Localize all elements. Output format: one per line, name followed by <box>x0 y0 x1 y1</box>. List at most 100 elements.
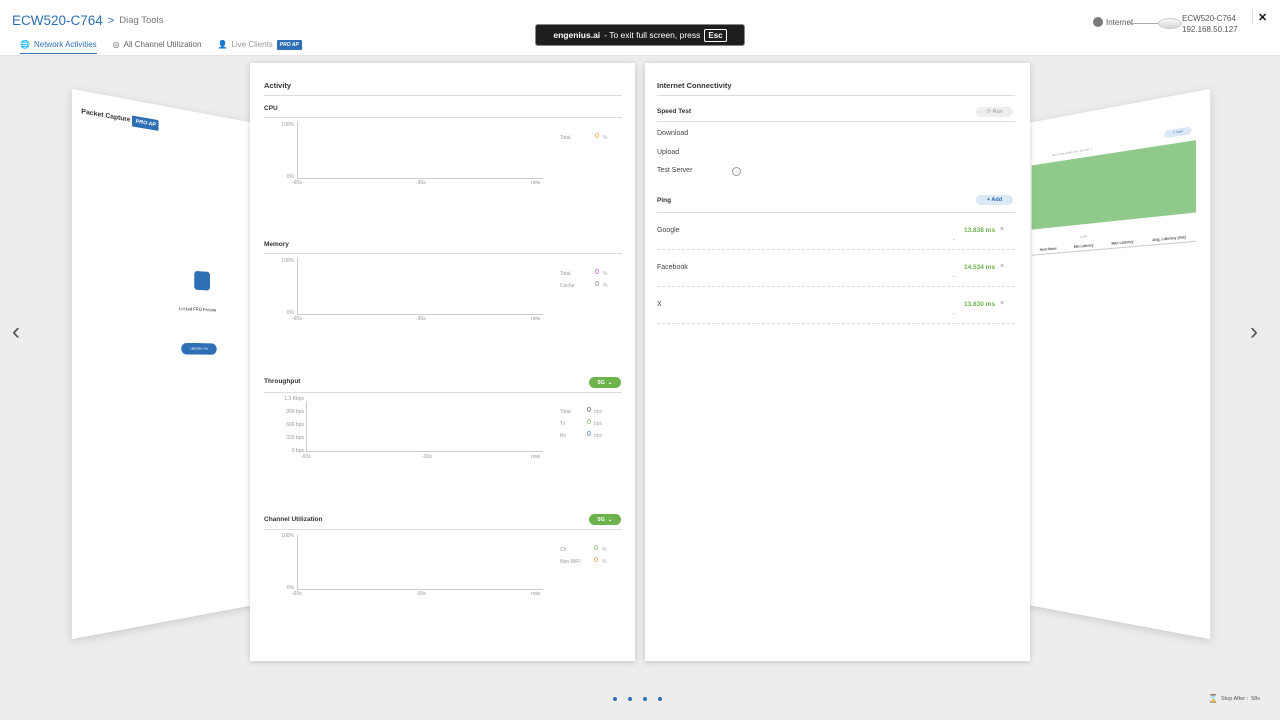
device-link[interactable]: ECW520-C764 <box>12 13 103 28</box>
cpu-chart <box>297 122 543 179</box>
divider <box>657 212 1015 213</box>
access-point-icon <box>1158 18 1182 29</box>
download-label: Download <box>657 130 688 137</box>
x-tick: now <box>531 591 540 597</box>
divider <box>657 249 1015 250</box>
upgrade-button[interactable]: Upgrade now <box>181 343 216 355</box>
y-tick: 100% <box>268 533 294 539</box>
ping-host-value: 14.534 ms <box>964 264 995 271</box>
internet-status: Internet <box>1093 17 1133 27</box>
stop-timer: ⌛ Stop After : 58s <box>1208 694 1260 703</box>
x-tick: now <box>531 180 540 186</box>
add-ping-button[interactable]: + Add <box>976 195 1013 205</box>
column-min: Min Latency <box>1074 243 1094 249</box>
chevron-left-icon[interactable]: ‹ <box>12 318 20 346</box>
esc-key: Esc <box>704 29 726 42</box>
ping-host-sub: - <box>953 274 955 280</box>
y-tick: 100% <box>268 122 294 128</box>
legend-unit: % <box>603 283 607 289</box>
divider <box>264 95 622 96</box>
divider <box>264 529 622 530</box>
globe-icon: 🌐 <box>20 40 30 49</box>
y-tick: 999 bps <box>264 409 304 415</box>
divider <box>657 121 1015 122</box>
cpu-label: CPU <box>264 105 278 112</box>
legend-unit: % <box>602 547 606 553</box>
device-info: ECW520-C764 192.168.50.127 <box>1182 13 1238 35</box>
x-tick: now <box>531 316 540 322</box>
legend-value: 0 <box>595 269 599 276</box>
page-dot[interactable] <box>628 697 632 701</box>
stop-label: Stop After : <box>1221 696 1248 702</box>
divider <box>1252 10 1253 24</box>
close-icon[interactable]: ✕ <box>1258 11 1267 24</box>
legend-key: Non WiFi <box>560 559 581 565</box>
tab-bar: 🌐 Network Activities ◎ All Channel Utili… <box>20 38 302 54</box>
device-name: ECW520-C764 <box>1182 13 1238 24</box>
remove-host-icon[interactable]: × <box>1000 300 1004 307</box>
page-dot[interactable] <box>643 697 647 701</box>
legend-value: 0 <box>595 281 599 288</box>
connection-line <box>1130 23 1160 24</box>
icmp-panel[interactable]: Item view graph out | See list ↗ ↗ New I… <box>1028 89 1210 639</box>
legend-value: 0 <box>587 407 591 414</box>
ping-host-value: 13.838 ms <box>964 227 995 234</box>
more-icon[interactable]: … <box>732 167 741 176</box>
tab-network-activities[interactable]: 🌐 Network Activities <box>20 38 97 54</box>
fullscreen-banner: engenius.ai - To exit full screen, press… <box>535 24 745 46</box>
legend-key: Total <box>560 135 571 141</box>
y-tick: 0% <box>268 174 294 180</box>
divider <box>657 286 1015 287</box>
remove-host-icon[interactable]: × <box>1000 226 1004 233</box>
legend-unit: % <box>603 135 607 141</box>
ping-host-sub: - <box>953 311 955 317</box>
y-tick: 1.3 Kbps <box>264 396 304 402</box>
legend-value: 0 <box>594 545 598 552</box>
legend-key: Ch <box>560 547 566 553</box>
ping-host-value: 13.830 ms <box>964 301 995 308</box>
tab-label: Live Clients <box>231 40 272 49</box>
x-tick: now <box>531 454 540 460</box>
page-dot[interactable] <box>658 697 662 701</box>
y-tick: 0% <box>268 585 294 591</box>
column-avg: Avg. Latency (ms) <box>1152 235 1186 242</box>
test-server-label: Test Server <box>657 167 692 174</box>
stop-value: 58s <box>1251 696 1260 702</box>
lock-icon <box>194 271 210 291</box>
x-tick: -60s <box>301 454 311 460</box>
band-select[interactable]: 5G ⌄ <box>589 377 621 388</box>
pro-badge: PRO AP <box>132 116 159 131</box>
legend-unit: bps <box>594 409 602 415</box>
banner-domain: engenius.ai <box>553 30 600 40</box>
throughput-chart <box>306 401 543 452</box>
remove-host-icon[interactable]: × <box>1000 263 1004 270</box>
ping-host-name: X <box>657 301 662 308</box>
tab-all-channel-utilization[interactable]: ◎ All Channel Utilization <box>113 38 202 54</box>
upgrade-label: Upgrade now <box>181 343 216 355</box>
ping-host-name: Facebook <box>657 264 688 271</box>
locked-label: Locked PRO Feature <box>179 306 216 313</box>
legend-value: 0 <box>587 431 591 438</box>
chevron-right-icon[interactable]: › <box>1250 318 1258 346</box>
divider <box>264 392 622 393</box>
x-tick: -60s <box>292 591 302 597</box>
column-max: Max Latency <box>1111 240 1133 246</box>
channel-chart <box>297 534 543 590</box>
memory-chart <box>297 258 543 315</box>
page-dot[interactable] <box>613 697 617 701</box>
run-button[interactable]: ⟳ Run <box>976 107 1013 117</box>
internet-label: Internet <box>1106 18 1133 27</box>
legend-key: Tx <box>560 421 566 427</box>
satellite-icon: ◎ <box>113 40 120 49</box>
activity-card: Activity CPU 100% 0% -60s -30s now Total… <box>250 63 635 661</box>
divider <box>264 253 622 254</box>
upload-label: Upload <box>657 149 679 156</box>
carousel-dots <box>613 697 662 701</box>
band-select[interactable]: 5G ⌄ <box>589 514 621 525</box>
divider <box>657 323 1015 324</box>
band-value: 5G <box>598 517 605 523</box>
new-button[interactable]: ↗ New <box>1164 126 1191 138</box>
page-title: Diag Tools <box>119 15 163 26</box>
packet-capture-panel[interactable]: Packet Capture PRO AP Locked PRO Feature… <box>72 89 254 639</box>
tab-live-clients[interactable]: 👤 Live Clients PRO AP <box>217 38 301 54</box>
